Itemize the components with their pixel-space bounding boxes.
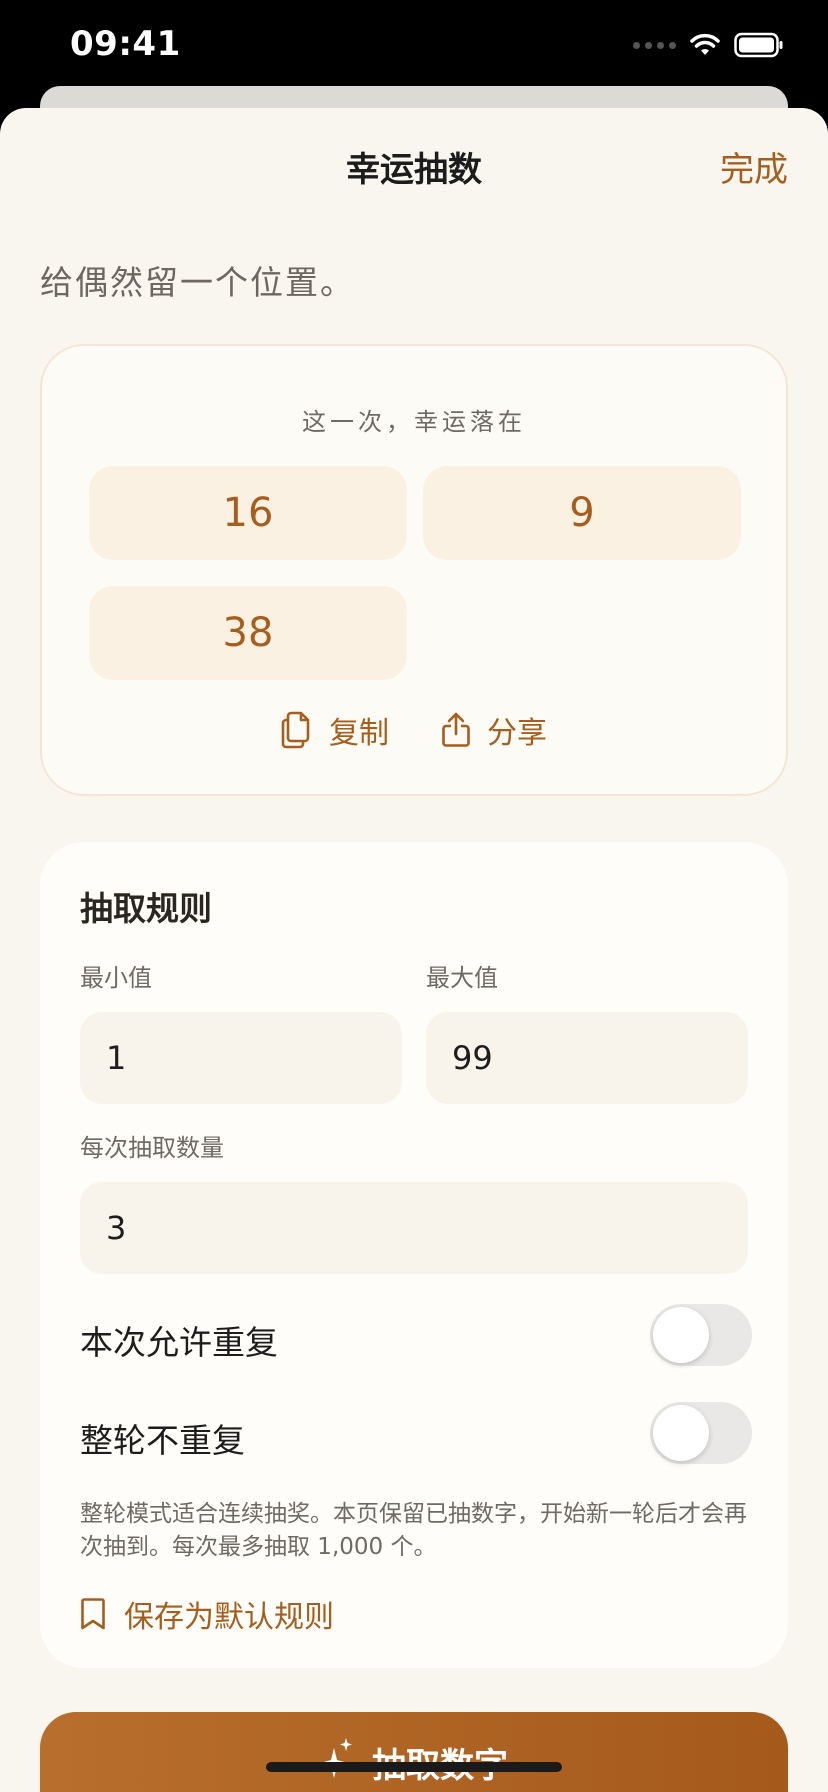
min-value-input[interactable]: 1 — [80, 1012, 402, 1104]
cellular-signal-icon — [633, 41, 676, 49]
copy-label: 复制 — [329, 716, 389, 751]
result-number: 38 — [89, 586, 407, 680]
result-actions: 复制 分享 — [42, 708, 786, 752]
toggle-knob — [653, 1307, 709, 1363]
allow-repeat-label: 本次允许重复 — [80, 1323, 278, 1362]
result-number: 9 — [423, 466, 741, 560]
subtitle: 给偶然留一个位置。 — [40, 263, 355, 302]
count-label: 每次抽取数量 — [80, 1134, 224, 1162]
rules-note: 整轮模式适合连续抽奖。本页保留已抽数字，开始新一轮后才会再次抽到。每次最多抽取 … — [80, 1501, 747, 1560]
nav-title: 幸运抽数 — [346, 150, 482, 190]
save-default-button[interactable]: 保存为默认规则 — [80, 1592, 334, 1636]
allow-repeat-toggle[interactable] — [650, 1304, 752, 1366]
bookmark-icon — [81, 1598, 105, 1630]
toggle-knob — [653, 1405, 709, 1461]
max-value-input[interactable]: 99 — [426, 1012, 748, 1104]
result-card: 这一次，幸运落在 16 9 38 复制 分享 — [40, 344, 788, 796]
min-label: 最小值 — [80, 964, 152, 992]
no-repeat-round-label: 整轮不重复 — [80, 1421, 245, 1460]
status-indicators — [633, 30, 784, 60]
save-default-label: 保存为默认规则 — [124, 1600, 334, 1635]
draw-numbers-button[interactable]: 抽取数字 — [40, 1712, 788, 1792]
count-input[interactable]: 3 — [80, 1182, 748, 1274]
status-bar: 09:41 — [0, 0, 828, 90]
copy-button[interactable]: 复制 — [281, 708, 389, 752]
status-time: 09:41 — [70, 24, 181, 64]
rules-title: 抽取规则 — [80, 889, 212, 928]
share-label: 分享 — [487, 716, 547, 751]
max-label: 最大值 — [426, 964, 498, 992]
no-repeat-round-toggle[interactable] — [650, 1402, 752, 1464]
result-caption: 这一次，幸运落在 — [302, 408, 526, 436]
no-repeat-round-row: 整轮不重复 — [80, 1402, 752, 1466]
result-number: 16 — [89, 466, 407, 560]
allow-repeat-row: 本次允许重复 — [80, 1304, 752, 1368]
done-button[interactable]: 完成 — [720, 142, 788, 191]
rules-card: 抽取规则 最小值 最大值 1 99 每次抽取数量 3 本次允许重复 整轮不重复 … — [40, 842, 788, 1668]
home-indicator — [266, 1762, 562, 1772]
copy-icon — [281, 711, 310, 749]
sparkles-icon — [320, 1738, 352, 1778]
screen: 09:41 幸运抽数 完成 给偶然留一个位置。 这一次，幸运落在 16 9 38… — [0, 0, 828, 1792]
share-icon — [442, 712, 470, 747]
battery-icon — [734, 32, 783, 58]
wifi-icon — [690, 33, 720, 55]
lucky-number-sheet: 幸运抽数 完成 给偶然留一个位置。 这一次，幸运落在 16 9 38 复制 分享… — [0, 108, 828, 1792]
share-button[interactable]: 分享 — [441, 708, 547, 752]
